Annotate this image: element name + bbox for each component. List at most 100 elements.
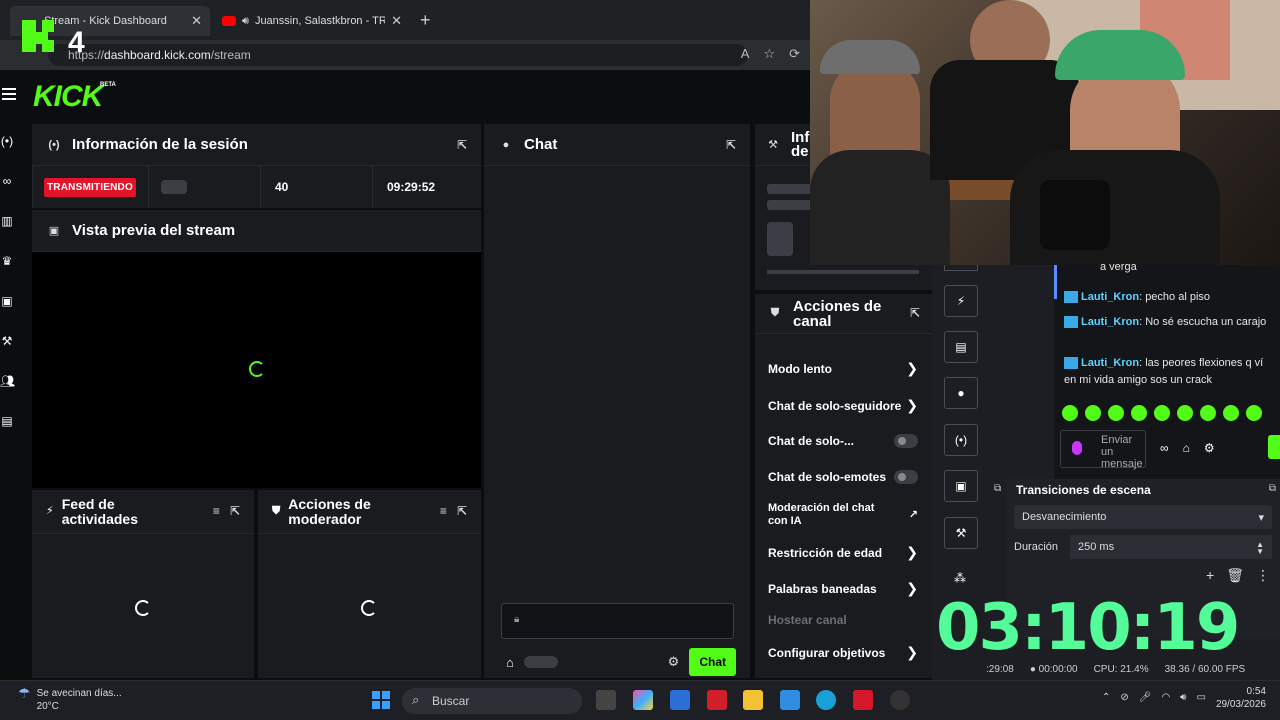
broadcast-icon[interactable]: (•)	[0, 134, 14, 148]
panel-title: Información de la sesión	[72, 136, 248, 153]
clock-date[interactable]: 29/03/2026	[1216, 699, 1266, 710]
banned-words-item[interactable]: Palabras baneadas ❯	[768, 580, 918, 597]
tab-youtube[interactable]: 🔊︎ Juanssin, Salastkbron - TROPI ✕	[214, 6, 410, 36]
notes-button[interactable]: ▤	[944, 331, 978, 363]
layout-icon[interactable]: ▤	[0, 414, 14, 428]
task-view-icon[interactable]	[596, 690, 616, 710]
chat-button[interactable]: ●	[944, 377, 978, 409]
wrench-button[interactable]: ⚒	[944, 517, 978, 549]
close-icon[interactable]: ✕	[391, 13, 402, 29]
emote-icon[interactable]	[1131, 405, 1147, 421]
store-icon[interactable]: ⌂	[506, 655, 514, 670]
extensions-icon[interactable]: ⟳	[789, 46, 800, 62]
pop-out-icon[interactable]: ⇱	[457, 138, 467, 152]
pop-out-icon[interactable]: ⇱	[910, 306, 920, 321]
store-app-icon[interactable]	[670, 690, 690, 710]
subs-only-toggle[interactable]	[894, 434, 918, 448]
undock-icon[interactable]: ⧉	[994, 483, 1001, 494]
wrench-icon[interactable]: ⚒	[0, 334, 14, 348]
copilot-icon[interactable]	[633, 690, 653, 710]
favorite-star-icon[interactable]: ☆	[763, 46, 775, 62]
emote-icon[interactable]	[1246, 405, 1262, 421]
more-icon[interactable]: ⋮	[1256, 567, 1270, 584]
url-field[interactable]: https://dashboard.kick.com/stream	[48, 44, 748, 66]
chat-input[interactable]: 🔒︎	[501, 603, 734, 639]
layout-button[interactable]: ▣	[944, 470, 978, 502]
emote-icon[interactable]	[1223, 405, 1239, 421]
file-explorer-icon[interactable]	[743, 690, 763, 710]
battery-icon[interactable]: ▭	[1196, 691, 1205, 705]
outlook-icon[interactable]	[780, 690, 800, 710]
menu-icon[interactable]	[2, 88, 16, 100]
microphone-icon[interactable]: 🎤︎	[1139, 691, 1152, 705]
age-restriction-item[interactable]: Restricción de edad ❯	[768, 544, 918, 561]
chat-username[interactable]: Lauti_Kron	[1081, 316, 1139, 328]
network-off-icon[interactable]: ⊘	[1120, 691, 1128, 705]
send-button-partial[interactable]	[1268, 435, 1280, 459]
clock-time[interactable]: 0:54	[1247, 686, 1266, 697]
add-icon[interactable]: +	[1206, 567, 1214, 584]
gear-icon[interactable]: ⚙	[668, 654, 680, 670]
store-icon[interactable]: ⌂	[1183, 441, 1190, 455]
chat-username[interactable]: Lauti_Kron	[1081, 357, 1139, 369]
speaker-icon[interactable]: 🔊︎	[242, 15, 249, 28]
app-l-icon[interactable]	[853, 690, 873, 710]
trash-icon[interactable]: 🗑︎	[1226, 567, 1244, 584]
chevron-up-icon[interactable]: ⌃	[1102, 691, 1110, 705]
pop-out-icon[interactable]: ⇱	[726, 138, 736, 152]
points-pill[interactable]	[523, 656, 558, 668]
transition-tools: + 🗑︎ ⋮	[1206, 567, 1270, 584]
transition-select[interactable]: Desvanecimiento ▾	[1014, 505, 1272, 529]
chat-username[interactable]: Lauti_Kron	[1081, 291, 1139, 303]
mcafee-icon[interactable]	[707, 690, 727, 710]
video-icon[interactable]: ▣	[0, 294, 14, 308]
obs-app-icon[interactable]	[890, 690, 910, 710]
stream-clock: 03:10:19	[936, 591, 1240, 665]
pop-out-icon[interactable]: ⇱	[457, 504, 467, 519]
emote-icon[interactable]	[1200, 405, 1216, 421]
filter-icon[interactable]: ≡	[213, 504, 220, 519]
edge-icon[interactable]	[816, 690, 836, 710]
analytics-icon[interactable]: ▥	[0, 214, 14, 228]
emotes-only-toggle[interactable]	[894, 470, 918, 484]
panel-title: Chat	[524, 136, 558, 153]
volume-icon[interactable]: 🔊︎	[1180, 691, 1186, 705]
item-label: Chat de solo-...	[768, 434, 855, 448]
emote-icon[interactable]	[1177, 405, 1193, 421]
weather-widget[interactable]: ☂ Se avecinan días... 20°C	[18, 686, 122, 713]
windows-taskbar: ☂ Se avecinan días... 20°C ⌕ Buscar ⌃ ⊘ 🎤…	[0, 680, 1280, 720]
send-chat-button[interactable]: Chat	[689, 648, 736, 676]
duration-input[interactable]: 250 ms ▲ ▼	[1070, 535, 1272, 559]
close-icon[interactable]: ✕	[191, 13, 202, 29]
stepper-icon[interactable]: ▲ ▼	[1256, 541, 1264, 556]
users-icon[interactable]: 👥︎	[0, 374, 15, 388]
emote-icon[interactable]	[1154, 405, 1170, 421]
windows-start-icon[interactable]	[372, 691, 390, 709]
pop-out-icon[interactable]: ⇱	[230, 504, 240, 519]
link-icon[interactable]: ∞	[0, 174, 14, 188]
link-icon[interactable]: ∞	[1160, 441, 1169, 455]
wifi-icon[interactable]: ◠	[1161, 691, 1170, 705]
set-goals-item[interactable]: Configurar objetivos ❯	[768, 644, 918, 661]
dots-icon[interactable]: ⁂	[954, 571, 966, 585]
kick-logo[interactable]: KICK	[33, 80, 103, 114]
broadcast-button[interactable]: (•)	[944, 424, 978, 456]
panel-header: (•) Información de la sesión ⇱	[32, 124, 481, 166]
live-time: :29:08	[986, 664, 1014, 675]
read-aloud-icon[interactable]: A	[741, 46, 750, 62]
bolt-button[interactable]: ⚡︎	[944, 285, 978, 317]
stream-toggle[interactable]	[161, 180, 187, 194]
microphone-icon[interactable]	[1072, 441, 1082, 455]
emote-icon[interactable]	[1085, 405, 1101, 421]
ai-moderation-item[interactable]: Moderación del chat con IA ↗	[768, 502, 918, 528]
emote-icon[interactable]	[1062, 405, 1078, 421]
taskbar-search[interactable]: ⌕ Buscar	[402, 688, 582, 714]
new-tab-button[interactable]: +	[420, 10, 431, 31]
slow-mode-item[interactable]: Modo lento ❯	[768, 360, 918, 377]
emote-icon[interactable]	[1108, 405, 1124, 421]
filter-icon[interactable]: ≡	[440, 504, 447, 519]
gear-icon[interactable]: ⚙	[1204, 441, 1215, 455]
undock-icon[interactable]: ⧉	[1269, 483, 1276, 494]
followers-only-item[interactable]: Chat de solo-seguidore ❯	[768, 397, 918, 414]
trophy-icon[interactable]: ♛	[0, 254, 14, 268]
